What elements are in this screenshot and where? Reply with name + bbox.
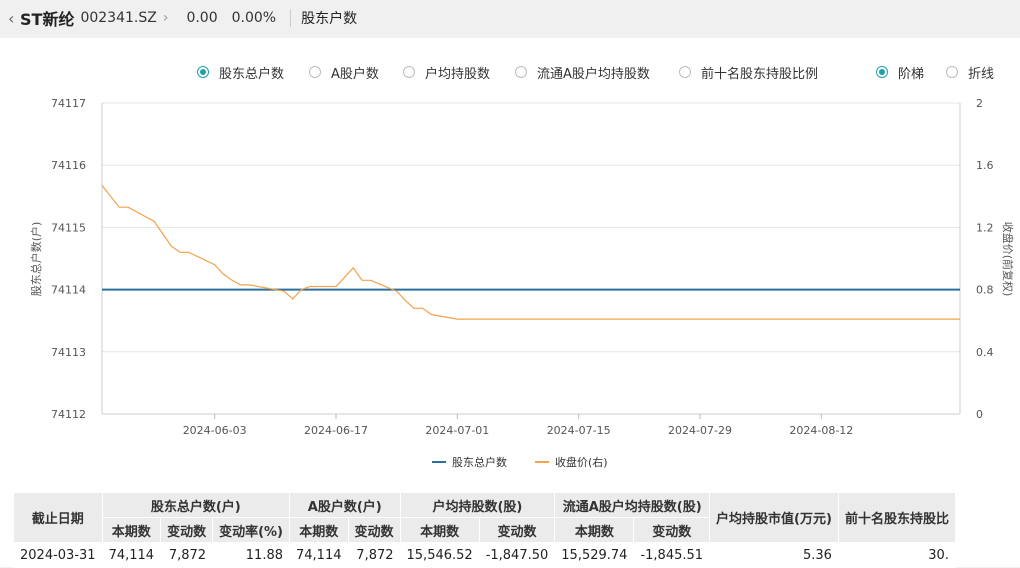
option-total-holders[interactable]: 股东总户数 [197,63,285,82]
table-cell: 5.36 [709,542,839,568]
chart-legend: 股东总户数 收盘价(右) [432,455,608,469]
option-label: 股东总户数 [219,66,285,82]
holders-chart: 74117 74116 74115 74114 74113 74112 2 1.6 1.2 0.… [29,97,1015,469]
x-tick-label: 2024-07-15 [547,424,611,437]
back-chevron-icon[interactable]: ‹ [8,9,18,28]
divider [290,9,292,27]
radio-icon[interactable] [515,66,527,78]
table-subheader-cell: 本期数 [399,517,480,543]
table-cell: 7,872 [160,542,214,568]
grid-lines [101,102,961,415]
table-cell: -1,847.50 [478,542,556,568]
table-header-cell: A股户数(户) [289,492,401,518]
table-cell: 30. [837,542,956,568]
y-right-tick-label: 0.8 [976,284,994,297]
x-axis-ticks: 2024-06-03 2024-06-17 2024-07-01 2024-07-15… [183,414,853,437]
option-label: 流通A股户均持股数 [537,66,650,82]
table-header-cell: 户均持股数(股) [399,492,556,518]
table-header-cell: 前十名股东持股比 [837,492,956,543]
table-header-cell: 股东总户数(户) [101,492,291,518]
table-subheader-cell: 变动率(%) [212,517,290,543]
radio-icon[interactable] [309,66,321,78]
table-cell: 74,114 [101,542,162,568]
option-label: 折线 [968,66,995,82]
table-header-row: 截止日期 股东总户数(户) A股户数(户) 户均持股数(股) 流通A股户均持股数(股) 户… [13,492,956,543]
option-float-avg-holding[interactable]: 流通A股户均持股数 [515,63,650,82]
stock-price: 0.00 [186,10,218,26]
stock-code: 002341.SZ [80,10,157,26]
y-right-tick-label: 0 [976,408,983,421]
table-subheader-cell: 本期数 [101,517,162,543]
y-left-tick-label: 74114 [51,284,86,297]
y-left-tick-label: 74117 [51,97,86,110]
holders-table: 截止日期 股东总户数(户) A股户数(户) 户均持股数(股) 流通A股户均持股数(股) 户… [13,492,956,568]
table-cell: 7,872 [347,542,401,568]
option-label: A股户数 [331,66,379,82]
x-tick-label: 2024-07-29 [668,424,732,437]
y-axis-left-ticks: 74117 74116 74115 74114 74113 74112 [51,97,86,421]
option-top10-ratio[interactable]: 前十名股东持股比例 [679,63,819,82]
table-cell: 74,114 [289,542,349,568]
table-subheader-cell: 变动数 [478,517,556,543]
legend-label: 股东总户数 [452,455,507,469]
y-axis-left-label: 股东总户数(户) [29,222,43,297]
radio-icon[interactable] [197,66,209,78]
radio-icon[interactable] [679,66,691,78]
table-subheader-cell: 本期数 [289,517,349,543]
x-tick-label: 2024-06-03 [183,424,247,437]
y-right-tick-label: 1.2 [976,221,994,234]
table-subheader-cell: 变动数 [160,517,214,543]
table-subheader-cell: 变动数 [347,517,401,543]
y-right-tick-label: 0.4 [976,346,994,359]
option-step[interactable]: 阶梯 [876,63,925,82]
option-label: 户均持股数 [425,66,491,82]
table-header-cell: 截止日期 [13,492,103,543]
series-layer [101,185,960,320]
table-header-cell: 流通A股户均持股数(股) [554,492,711,518]
y-left-tick-label: 74116 [51,159,86,172]
table-cell: 11.88 [212,542,290,568]
y-axis-right-ticks: 2 1.6 1.2 0.8 0.4 0 [976,97,994,421]
y-right-tick-label: 2 [976,97,983,110]
stock-change-pct: 0.00% [231,10,277,26]
radio-icon[interactable] [946,66,958,78]
top-bar: ‹ ST新纶 002341.SZ › 0.00 0.00% 股东户数 [0,0,1020,36]
y-left-tick-label: 74112 [51,408,86,421]
option-a-share-holders[interactable]: A股户数 [309,63,379,82]
y-left-tick-label: 74115 [51,221,86,234]
y-axis-right-label: 收盘价(前复权) [1001,222,1015,297]
stock-name: ST新纶 [20,10,75,29]
table-cell: 15,546.52 [399,542,480,568]
option-label: 前十名股东持股比例 [701,66,819,82]
option-line[interactable]: 折线 [946,63,995,82]
radio-icon[interactable] [876,66,888,78]
x-tick-label: 2024-07-01 [425,424,489,437]
table-header-cell: 户均持股市值(万元) [709,492,839,543]
series-line-close-price [101,185,960,320]
table-row: 2024-03-31 74,114 7,872 11.88 74,114 7,872 15,… [13,542,956,568]
legend-label: 收盘价(右) [555,455,608,469]
next-chevron-icon[interactable]: › [163,10,169,26]
y-left-tick-label: 74113 [51,346,86,359]
option-avg-holding[interactable]: 户均持股数 [403,63,491,82]
table-cell: 15,529.74 [554,542,635,568]
y-right-tick-label: 1.6 [976,159,994,172]
table-subheader-cell: 本期数 [554,517,635,543]
x-tick-label: 2024-08-12 [789,424,853,437]
x-tick-label: 2024-06-17 [304,424,368,437]
table-cell: -1,845.51 [633,542,711,568]
radio-icon[interactable] [403,66,415,78]
page-title: 股东户数 [301,11,358,27]
table-cell: 2024-03-31 [13,542,103,568]
option-label: 阶梯 [898,66,925,82]
table-subheader-cell: 变动数 [633,517,711,543]
